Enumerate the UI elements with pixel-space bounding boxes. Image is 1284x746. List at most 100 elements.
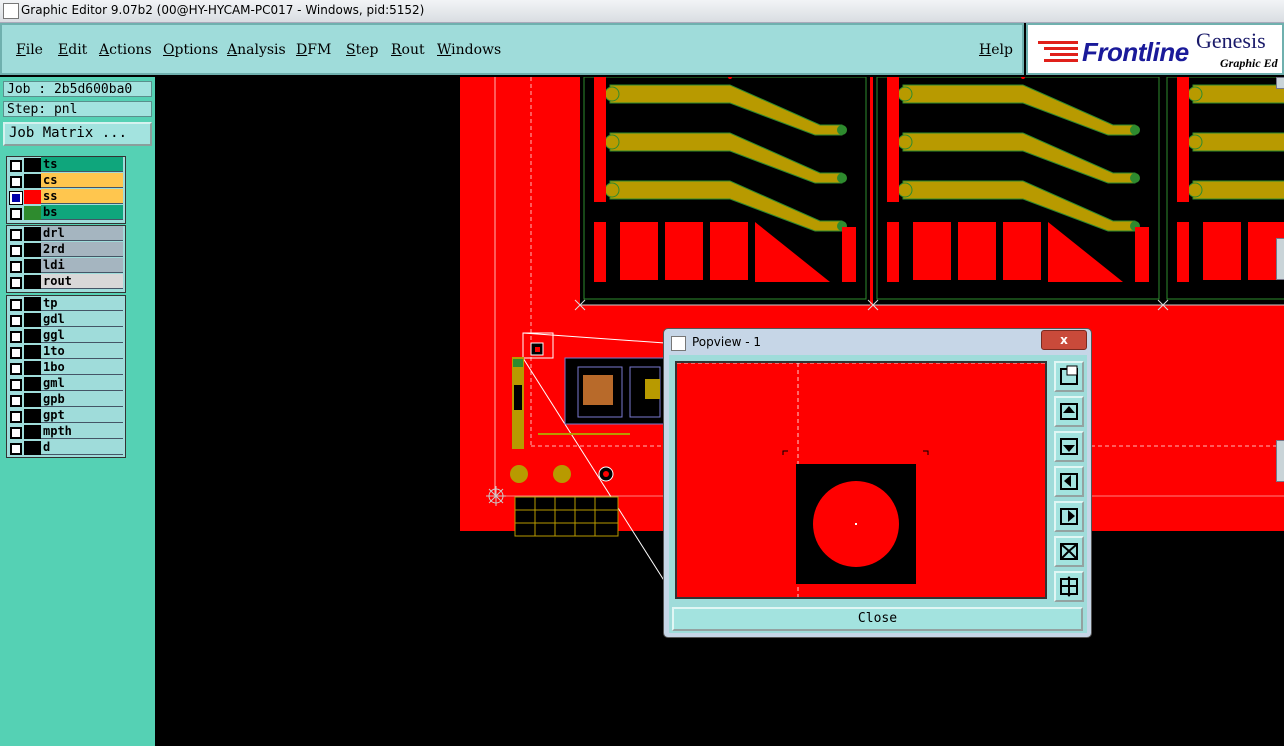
pan-up-icon[interactable] [1054, 396, 1084, 427]
zoom-in-icon[interactable] [1054, 536, 1084, 567]
board-units [574, 77, 1284, 311]
layer-row-2rd[interactable]: 2rd [7, 242, 125, 258]
layer-checkbox[interactable] [10, 229, 22, 241]
layer-name[interactable]: ts [41, 157, 123, 172]
layer-row-ts[interactable]: ts [7, 157, 125, 173]
layer-row-ggl[interactable]: ggl [7, 328, 125, 344]
layer-color-swatch[interactable] [24, 227, 41, 241]
popview-canvas[interactable] [675, 361, 1047, 599]
layer-color-swatch[interactable] [24, 259, 41, 273]
menu-help[interactable]: Help [979, 42, 1013, 58]
layer-checkbox[interactable] [10, 347, 22, 359]
popview-close-button[interactable]: Close [672, 607, 1083, 631]
layer-checkbox[interactable] [10, 363, 22, 375]
menu-step[interactable]: Step [346, 42, 378, 58]
layer-checkbox[interactable] [10, 443, 22, 455]
menu-edit[interactable]: Edit [58, 42, 87, 58]
layer-name[interactable]: bs [41, 205, 123, 220]
logo-product: Genesis [1196, 28, 1266, 53]
layer-row-mpth[interactable]: mpth [7, 424, 125, 440]
layer-color-swatch[interactable] [24, 441, 41, 455]
layer-row-tp[interactable]: tp [7, 296, 125, 312]
zoom-fit-icon[interactable] [1054, 361, 1084, 392]
menu-dfm[interactable]: DFM [296, 42, 331, 58]
layer-row-rout[interactable]: rout [7, 274, 125, 290]
layer-checkbox[interactable] [10, 261, 22, 273]
layer-row-ldi[interactable]: ldi [7, 258, 125, 274]
popview-window: Popview - 1 x Close [663, 328, 1092, 638]
layer-checkbox[interactable] [10, 411, 22, 423]
layer-name[interactable]: tp [41, 296, 123, 311]
layer-color-swatch[interactable] [24, 190, 41, 204]
layer-color-swatch[interactable] [24, 377, 41, 391]
layer-row-cs[interactable]: cs [7, 173, 125, 189]
layer-name[interactable]: 2rd [41, 242, 123, 257]
layer-name[interactable]: mpth [41, 424, 123, 439]
layer-color-swatch[interactable] [24, 206, 41, 220]
layer-checkbox[interactable] [10, 160, 22, 172]
menu-analysis[interactable]: Analysis [227, 42, 286, 58]
menu-file[interactable]: File [16, 42, 43, 58]
layer-name[interactable]: ss [41, 189, 123, 204]
layer-color-swatch[interactable] [24, 361, 41, 375]
layer-checkbox[interactable] [10, 427, 22, 439]
layer-color-swatch[interactable] [24, 243, 41, 257]
layer-name[interactable]: 1bo [41, 360, 123, 375]
layer-name[interactable]: ldi [41, 258, 123, 273]
layer-row-gpt[interactable]: gpt [7, 408, 125, 424]
pan-down-icon[interactable] [1054, 431, 1084, 462]
layer-group-misc: tp gdl ggl 1to 1bo gml gpb gpt mpth d [6, 295, 126, 458]
layer-name[interactable]: gml [41, 376, 123, 391]
layer-color-swatch[interactable] [24, 393, 41, 407]
menu-options[interactable]: Options [163, 42, 218, 58]
layer-name[interactable]: cs [41, 173, 123, 188]
layer-checkbox[interactable] [10, 176, 22, 188]
layer-color-swatch[interactable] [24, 313, 41, 327]
layer-color-swatch[interactable] [24, 345, 41, 359]
layer-checkbox[interactable] [10, 315, 22, 327]
layer-color-swatch[interactable] [24, 329, 41, 343]
layer-color-swatch[interactable] [24, 297, 41, 311]
zoom-out-icon[interactable] [1054, 571, 1084, 602]
job-matrix-button[interactable]: Job Matrix ... [3, 122, 152, 146]
layer-color-swatch[interactable] [24, 174, 41, 188]
layer-checkbox[interactable] [10, 245, 22, 257]
layer-checkbox[interactable] [10, 395, 22, 407]
menu-actions[interactable]: Actions [99, 42, 152, 58]
layer-row-gpb[interactable]: gpb [7, 392, 125, 408]
layer-name[interactable]: ggl [41, 328, 123, 343]
layer-checkbox[interactable] [10, 208, 22, 220]
layer-row-bs[interactable]: bs [7, 205, 125, 221]
layer-row-gdl[interactable]: gdl [7, 312, 125, 328]
layer-name[interactable]: 1to [41, 344, 123, 359]
layer-name[interactable]: gpt [41, 408, 123, 423]
layer-name[interactable]: d [41, 440, 123, 455]
layer-color-swatch[interactable] [24, 409, 41, 423]
layer-row-drl[interactable]: drl [7, 226, 125, 242]
pan-left-icon[interactable] [1054, 466, 1084, 497]
right-edge-control[interactable] [1276, 238, 1284, 280]
layer-name[interactable]: rout [41, 274, 123, 289]
pan-right-icon[interactable] [1054, 501, 1084, 532]
popview-close-icon[interactable]: x [1041, 330, 1087, 350]
menu-rout[interactable]: Rout [391, 42, 425, 58]
layer-checkbox[interactable] [10, 379, 22, 391]
layer-name[interactable]: gdl [41, 312, 123, 327]
layer-row-1to[interactable]: 1to [7, 344, 125, 360]
layer-checkbox[interactable] [10, 331, 22, 343]
layer-color-swatch[interactable] [24, 275, 41, 289]
layer-name[interactable]: gpb [41, 392, 123, 407]
right-edge-control[interactable] [1276, 77, 1284, 89]
layer-checkbox[interactable] [9, 191, 23, 205]
right-edge-control[interactable] [1276, 440, 1284, 482]
layer-row-ss[interactable]: ss [7, 189, 125, 205]
menu-windows[interactable]: Windows [437, 42, 501, 58]
layer-row-gml[interactable]: gml [7, 376, 125, 392]
layer-row-d[interactable]: d [7, 440, 125, 456]
layer-color-swatch[interactable] [24, 425, 41, 439]
layer-name[interactable]: drl [41, 226, 123, 241]
layer-color-swatch[interactable] [24, 158, 41, 172]
layer-checkbox[interactable] [10, 277, 22, 289]
layer-row-1bo[interactable]: 1bo [7, 360, 125, 376]
layer-checkbox[interactable] [10, 299, 22, 311]
